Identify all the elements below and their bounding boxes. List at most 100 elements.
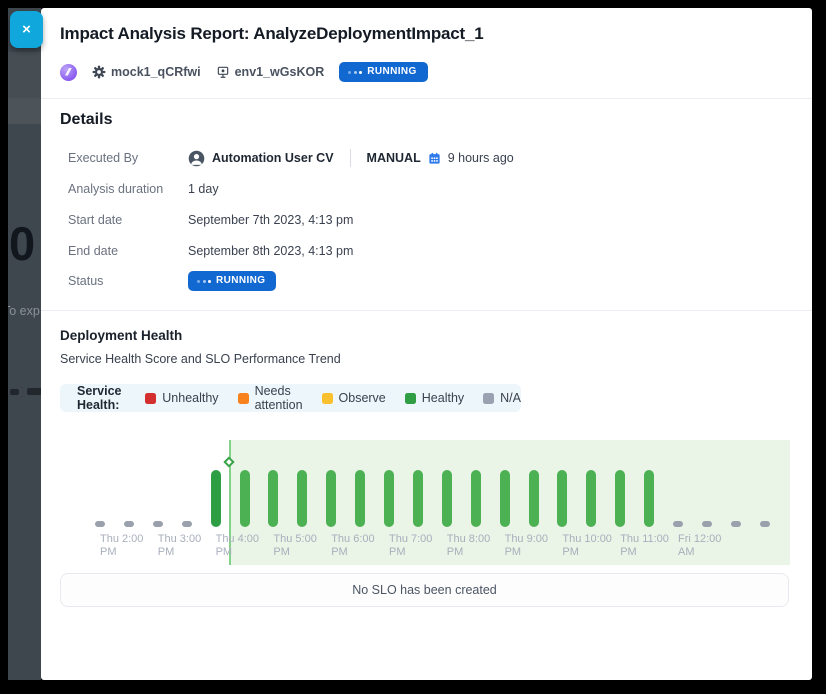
background-band — [8, 52, 41, 98]
user-icon — [188, 150, 205, 167]
health-bar-na[interactable] — [760, 521, 770, 527]
health-bar-na[interactable] — [153, 521, 163, 527]
health-bar-healthy[interactable] — [557, 470, 567, 527]
detail-value: September 7th 2023, 4:13 pm — [188, 213, 353, 227]
deployment-health-subtitle: Service Health Score and SLO Performance… — [60, 352, 341, 366]
detail-label: Start date — [68, 213, 188, 227]
health-bar-healthy[interactable] — [471, 470, 481, 527]
impact-analysis-modal: Impact Analysis Report: AnalyzeDeploymen… — [41, 8, 812, 680]
legend-item: Healthy — [405, 391, 464, 405]
background-chart-bar — [27, 388, 41, 395]
health-bar-healthy[interactable] — [615, 470, 625, 527]
legend-items: Unhealthy Needs attention Observe Healthy N/… — [145, 384, 521, 412]
legend-swatch-icon — [145, 393, 156, 404]
legend-swatch-icon — [483, 393, 494, 404]
detail-value: RUNNING — [188, 271, 276, 291]
running-dots-icon — [197, 280, 211, 283]
details-heading: Details — [60, 111, 112, 129]
detail-row-end-date: End date September 8th 2023, 4:13 pm — [68, 240, 792, 262]
health-bar-na[interactable] — [702, 521, 712, 527]
x-axis-label: Thu 10:00PM — [562, 533, 612, 559]
health-bar-healthy[interactable] — [586, 470, 596, 527]
legend-item: Unhealthy — [145, 391, 218, 405]
health-bar-na[interactable] — [182, 521, 192, 527]
legend-item: Observe — [322, 391, 386, 405]
meta-row: mock1_qCRfwi env1_wGsKOR RUNNING — [60, 61, 428, 83]
x-axis-label: Thu 11:00PM — [620, 533, 669, 559]
x-axis-label: Fri 12:00AM — [678, 533, 721, 559]
background-page: 0 To exp — [8, 8, 41, 680]
detail-row-duration: Analysis duration 1 day — [68, 178, 792, 200]
health-bar-na[interactable] — [95, 521, 105, 527]
health-bar-na[interactable] — [731, 521, 741, 527]
calendar-icon — [428, 152, 441, 165]
detail-value: Automation User CV MANUAL 9 hours ago — [188, 149, 514, 167]
background-chart-bar — [10, 389, 19, 395]
deployment-health-heading: Deployment Health — [60, 328, 182, 343]
legend-swatch-icon — [405, 393, 416, 404]
health-bar-healthy[interactable] — [240, 470, 250, 527]
health-bar-healthy[interactable] — [384, 470, 394, 527]
detail-row-executed-by: Executed By Automation User CV MANUAL — [68, 147, 792, 169]
modal-title: Impact Analysis Report: AnalyzeDeploymen… — [60, 24, 484, 44]
detail-label: End date — [68, 244, 188, 258]
deployment-health-chart[interactable]: Thu 2:00PM Thu 3:00PM Thu 4:00PM Thu 5:00PM… — [60, 437, 790, 570]
detail-value: September 8th 2023, 4:13 pm — [188, 244, 353, 258]
trigger-type: MANUAL — [367, 151, 421, 165]
environment-name: env1_wGsKOR — [235, 65, 325, 79]
health-bar-healthy[interactable] — [355, 470, 365, 527]
health-bar-healthy[interactable] — [268, 470, 278, 527]
legend-label: Observe — [339, 391, 386, 405]
health-bar-healthy[interactable] — [644, 470, 654, 527]
running-dots-icon — [348, 71, 362, 74]
health-bar-healthy[interactable] — [413, 470, 423, 527]
legend-label: N/A — [500, 391, 521, 405]
detail-label: Status — [68, 274, 188, 288]
screenshot-frame: 0 To exp × Impact Analysis Report: Analy… — [0, 0, 826, 694]
service-name: mock1_qCRfwi — [111, 65, 201, 79]
background-hint-text: To exp — [8, 304, 40, 318]
legend-label: Healthy — [422, 391, 464, 405]
background-band — [8, 98, 41, 124]
header-divider — [41, 98, 812, 99]
executed-by-user: Automation User CV — [212, 151, 334, 165]
health-bar-healthy[interactable] — [326, 470, 336, 527]
legend-label: Unhealthy — [162, 391, 218, 405]
health-bar-healthy[interactable] — [211, 470, 221, 527]
health-bar-healthy[interactable] — [297, 470, 307, 527]
legend-item: Needs attention — [238, 384, 303, 412]
legend-item: N/A — [483, 391, 521, 405]
health-bar-healthy[interactable] — [500, 470, 510, 527]
health-bar-na[interactable] — [673, 521, 683, 527]
health-bar-na[interactable] — [124, 521, 134, 527]
status-badge: RUNNING — [339, 62, 427, 82]
x-axis-label: Thu 4:00PM — [216, 533, 259, 559]
x-axis-label: Thu 5:00PM — [273, 533, 316, 559]
slo-empty-message: No SLO has been created — [352, 583, 497, 597]
detail-row-start-date: Start date September 7th 2023, 4:13 pm — [68, 209, 792, 231]
environment-icon — [216, 65, 230, 79]
x-axis-label: Thu 3:00PM — [158, 533, 201, 559]
health-bar-healthy[interactable] — [529, 470, 539, 527]
status-badge-label: RUNNING — [367, 67, 416, 77]
close-button[interactable]: × — [10, 11, 43, 48]
slo-empty-state: No SLO has been created — [60, 573, 789, 607]
close-icon: × — [22, 21, 31, 38]
service-health-legend: Service Health: UnhealthyNeeds attention… — [60, 384, 521, 412]
status-badge-label: RUNNING — [216, 276, 265, 286]
legend-swatch-icon — [322, 393, 333, 404]
health-bar-healthy[interactable] — [442, 470, 452, 527]
legend-swatch-icon — [238, 393, 249, 404]
x-axis-label: Thu 7:00PM — [389, 533, 432, 559]
detail-value: 1 day — [188, 182, 219, 196]
service-meta: mock1_qCRfwi — [92, 65, 201, 79]
section-divider — [41, 310, 812, 311]
gear-icon — [92, 65, 106, 79]
environment-meta: env1_wGsKOR — [216, 65, 325, 79]
x-axis-label: Thu 2:00PM — [100, 533, 143, 559]
executed-time: 9 hours ago — [448, 151, 514, 165]
x-axis-label: Thu 9:00PM — [505, 533, 548, 559]
vertical-separator — [350, 149, 351, 167]
legend-label: Needs attention — [255, 384, 303, 412]
background-metric: 0 — [9, 216, 34, 271]
